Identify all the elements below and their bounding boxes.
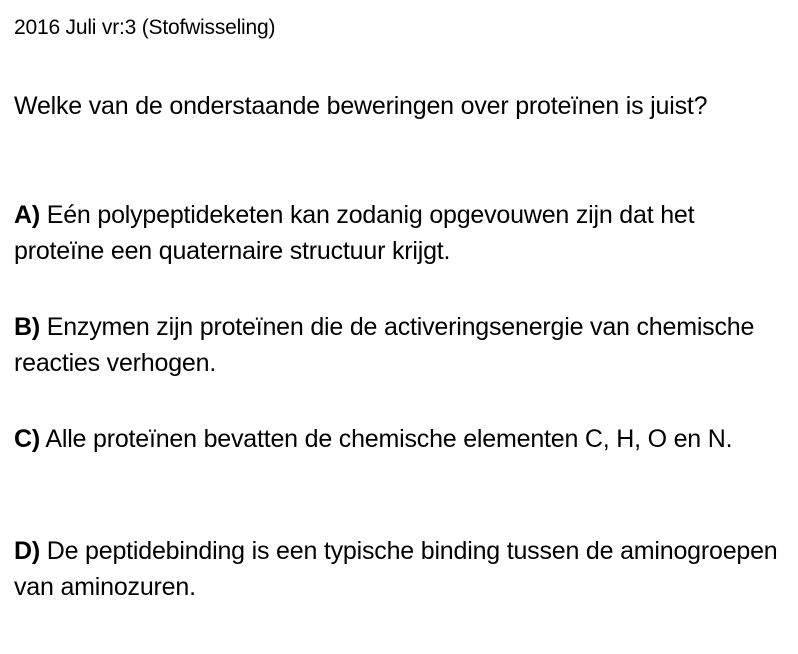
- option-text-a: Eén polypeptideketen kan zodanig opgevou…: [14, 201, 695, 265]
- option-letter-d: D): [14, 537, 40, 565]
- answer-option-a: A) Eén polypeptideketen kan zodanig opge…: [14, 197, 784, 269]
- question-source-header: 2016 Juli vr:3 (Stofwisseling): [14, 16, 276, 39]
- option-text-c: Alle proteïnen bevatten de chemische ele…: [45, 425, 733, 453]
- answer-option-d: D) De peptidebinding is een typische bin…: [14, 533, 784, 605]
- option-letter-a: A): [14, 201, 40, 229]
- question-text: Welke van de onderstaande beweringen ove…: [14, 92, 708, 120]
- option-letter-c: C): [14, 425, 40, 453]
- option-text-b: Enzymen zijn proteïnen die de activering…: [14, 313, 755, 377]
- option-text-d: De peptidebinding is een typische bindin…: [14, 537, 778, 601]
- answer-option-b: B) Enzymen zijn proteïnen die de activer…: [14, 309, 784, 381]
- option-letter-b: B): [14, 313, 40, 341]
- answer-option-c: C) Alle proteïnen bevatten de chemische …: [14, 421, 784, 457]
